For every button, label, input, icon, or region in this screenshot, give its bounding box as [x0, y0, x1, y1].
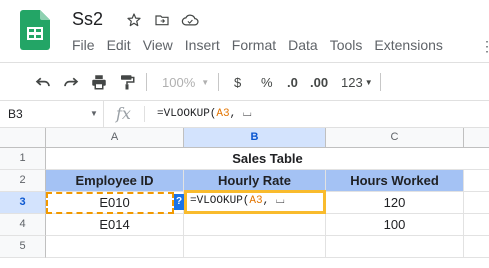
paint-format-icon[interactable]	[118, 72, 136, 92]
cell-b2[interactable]: Hourly Rate	[184, 170, 326, 192]
row-header-4[interactable]: 4	[0, 214, 46, 236]
cell-d3[interactable]	[464, 192, 489, 214]
print-icon[interactable]	[90, 72, 108, 92]
zoom-select[interactable]: 100% ▼	[162, 72, 209, 92]
menu-format[interactable]: Format	[232, 37, 276, 55]
menu-data[interactable]: Data	[288, 37, 318, 55]
number-format-select[interactable]: 123 ▼	[341, 72, 373, 92]
sales-table-title[interactable]: Sales Table	[46, 148, 489, 170]
cell-b5[interactable]	[184, 236, 326, 258]
more-menu-icon[interactable]: ⋮	[480, 38, 489, 55]
cell-a2[interactable]: Employee ID	[46, 170, 184, 192]
column-header-c[interactable]: C	[326, 128, 464, 148]
cell-d4[interactable]	[464, 214, 489, 236]
menu-tools[interactable]: Tools	[330, 37, 363, 55]
increase-decimal-button[interactable]: .00	[310, 72, 328, 92]
cloud-status-icon[interactable]	[180, 10, 200, 30]
title-bar: Ss2 File Edit View Insert Format Data To…	[0, 0, 489, 62]
star-icon[interactable]	[124, 10, 144, 30]
reference-highlight-a3	[46, 192, 174, 214]
cell-d2[interactable]	[464, 170, 489, 192]
cell-c3[interactable]: 120	[326, 192, 464, 214]
sheets-logo-icon[interactable]	[20, 10, 50, 50]
column-header-b[interactable]: B	[184, 128, 326, 148]
cell-c2[interactable]: Hours Worked	[326, 170, 464, 192]
cell-a4[interactable]: E014	[46, 214, 184, 236]
chevron-down-icon[interactable]: ▼	[90, 109, 98, 118]
undo-icon[interactable]	[34, 72, 52, 92]
name-box[interactable]: B3	[0, 101, 104, 127]
cell-a5[interactable]	[46, 236, 184, 258]
menu-bar: File Edit View Insert Format Data Tools …	[72, 37, 443, 55]
formula-bar: B3 ▼ fx =VLOOKUP(A3, ⌴	[0, 100, 489, 128]
menu-file[interactable]: File	[72, 37, 95, 55]
column-header-d[interactable]	[464, 128, 489, 148]
cell-c5[interactable]	[326, 236, 464, 258]
currency-format-button[interactable]: $	[234, 72, 241, 92]
row-header-2[interactable]: 2	[0, 170, 46, 192]
document-title[interactable]: Ss2	[72, 9, 103, 30]
row-header-5[interactable]: 5	[0, 236, 46, 258]
formula-help-icon[interactable]: ?	[174, 194, 184, 210]
move-folder-icon[interactable]	[152, 10, 172, 30]
column-header-a[interactable]: A	[46, 128, 184, 148]
menu-extensions[interactable]: Extensions	[374, 37, 442, 55]
cell-d5[interactable]	[464, 236, 489, 258]
cell-edit-input[interactable]: =VLOOKUP(A3, ⌴	[184, 190, 326, 214]
cell-b4[interactable]	[184, 214, 326, 236]
formula-input[interactable]: =VLOOKUP(A3, ⌴	[157, 108, 252, 120]
row-header-3[interactable]: 3	[0, 192, 46, 214]
percent-format-button[interactable]: %	[261, 72, 273, 92]
row-header-1[interactable]: 1	[0, 148, 46, 170]
toolbar: 100% ▼ $ % .0 .00 123 ▼	[0, 62, 489, 100]
menu-view[interactable]: View	[143, 37, 173, 55]
menu-edit[interactable]: Edit	[107, 37, 131, 55]
fx-icon: fx	[116, 104, 131, 123]
menu-insert[interactable]: Insert	[185, 37, 220, 55]
decrease-decimal-button[interactable]: .0	[287, 72, 298, 92]
redo-icon[interactable]	[62, 72, 80, 92]
name-box-value: B3	[8, 107, 23, 121]
spreadsheet-grid: A B C 1 2 3 4 5 Sales Table Employee ID …	[0, 128, 489, 268]
cell-c4[interactable]: 100	[326, 214, 464, 236]
select-all-corner[interactable]	[0, 128, 46, 148]
